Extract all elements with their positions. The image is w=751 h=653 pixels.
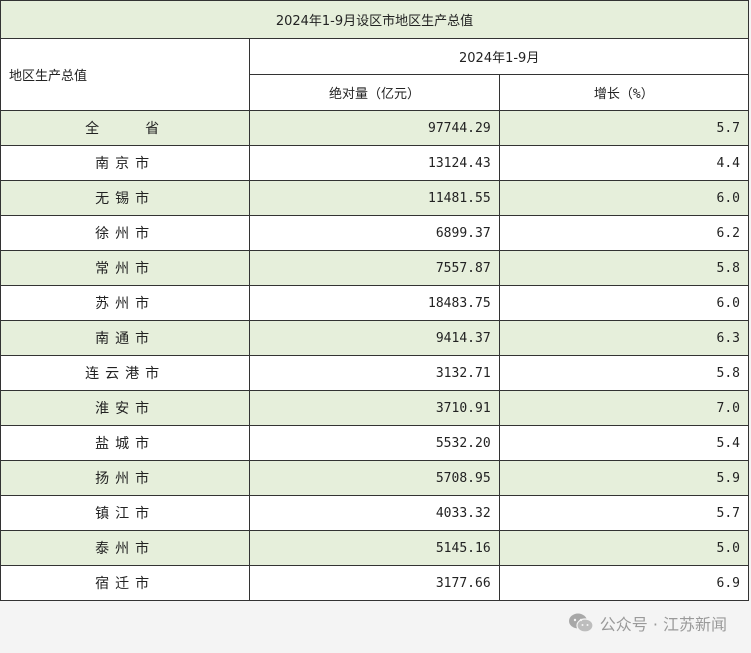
table-row: 盐城市 5532.20 5.4 (0, 425, 750, 461)
table-row: 扬州市 5708.95 5.9 (0, 460, 750, 496)
region-name-cell: 扬州市 (0, 460, 251, 496)
gdp-value-cell: 4033.32 (249, 495, 500, 531)
header-row-1: 地区生产总值 2024年1-9月 (0, 38, 749, 111)
region-name-cell: 南通市 (0, 320, 251, 356)
gdp-value-cell: 3710.91 (249, 390, 500, 426)
growth-rate-cell: 5.7 (498, 110, 750, 146)
gdp-table: 2024年1-9月设区市地区生产总值 地区生产总值 2024年1-9月 绝对量（… (0, 0, 750, 601)
growth-column-header: 增长（%） (498, 74, 750, 111)
gdp-value-cell: 9414.37 (249, 320, 500, 356)
region-name-cell: 泰州市 (0, 530, 251, 566)
growth-rate-cell: 6.9 (498, 565, 750, 601)
region-name-cell: 镇江市 (0, 495, 251, 531)
region-name-cell: 淮安市 (0, 390, 251, 426)
table-row: 泰州市 5145.16 5.0 (0, 530, 750, 566)
gdp-value-cell: 13124.43 (249, 145, 500, 181)
wechat-icon (568, 612, 594, 634)
gdp-value-cell: 3177.66 (249, 565, 500, 601)
gdp-value-cell: 3132.71 (249, 355, 500, 391)
growth-rate-cell: 5.0 (498, 530, 750, 566)
growth-rate-cell: 6.0 (498, 285, 750, 321)
growth-rate-cell: 5.9 (498, 460, 750, 496)
region-name-cell: 苏州市 (0, 285, 251, 321)
table-row: 连云港市 3132.71 5.8 (0, 355, 750, 391)
gdp-value-cell: 18483.75 (249, 285, 500, 321)
gdp-value-cell: 5145.16 (249, 530, 500, 566)
region-name-cell: 全 省 (0, 110, 251, 146)
growth-rate-cell: 7.0 (498, 390, 750, 426)
gdp-value-cell: 5708.95 (249, 460, 500, 496)
table-row: 无锡市 11481.55 6.0 (0, 180, 750, 216)
table-row: 南通市 9414.37 6.3 (0, 320, 750, 356)
region-name-cell: 常州市 (0, 250, 251, 286)
table-row: 全 省 97744.29 5.7 (0, 110, 750, 146)
region-name-cell: 连云港市 (0, 355, 251, 391)
gdp-value-cell: 5532.20 (249, 425, 500, 461)
growth-rate-cell: 6.3 (498, 320, 750, 356)
gdp-value-cell: 97744.29 (249, 110, 500, 146)
gdp-table-container: 2024年1-9月设区市地区生产总值 地区生产总值 2024年1-9月 绝对量（… (0, 0, 750, 601)
growth-rate-cell: 5.8 (498, 355, 750, 391)
region-name-cell: 盐城市 (0, 425, 251, 461)
table-row: 南京市 13124.43 4.4 (0, 145, 750, 181)
table-title: 2024年1-9月设区市地区生产总值 (0, 0, 749, 39)
growth-rate-cell: 5.8 (498, 250, 750, 286)
table-row: 徐州市 6899.37 6.2 (0, 215, 750, 251)
region-name-cell: 徐州市 (0, 215, 251, 251)
row-header: 地区生产总值 (0, 38, 251, 111)
table-row: 常州市 7557.87 5.8 (0, 250, 750, 286)
period-header: 2024年1-9月 (249, 38, 749, 75)
table-row: 淮安市 3710.91 7.0 (0, 390, 750, 426)
growth-rate-cell: 6.0 (498, 180, 750, 216)
table-row: 镇江市 4033.32 5.7 (0, 495, 750, 531)
gdp-value-cell: 11481.55 (249, 180, 500, 216)
growth-rate-cell: 5.4 (498, 425, 750, 461)
table-row: 宿迁市 3177.66 6.9 (0, 565, 750, 601)
growth-rate-cell: 6.2 (498, 215, 750, 251)
growth-rate-cell: 4.4 (498, 145, 750, 181)
watermark: 公众号 · 江苏新闻 (568, 611, 727, 635)
table-row: 苏州市 18483.75 6.0 (0, 285, 750, 321)
region-name-cell: 无锡市 (0, 180, 251, 216)
gdp-value-cell: 7557.87 (249, 250, 500, 286)
region-name-cell: 宿迁市 (0, 565, 251, 601)
watermark-text: 公众号 · 江苏新闻 (599, 615, 727, 634)
region-name-cell: 南京市 (0, 145, 251, 181)
table-title-row: 2024年1-9月设区市地区生产总值 (0, 0, 749, 39)
value-column-header: 绝对量（亿元） (249, 74, 500, 111)
growth-rate-cell: 5.7 (498, 495, 750, 531)
gdp-value-cell: 6899.37 (249, 215, 500, 251)
